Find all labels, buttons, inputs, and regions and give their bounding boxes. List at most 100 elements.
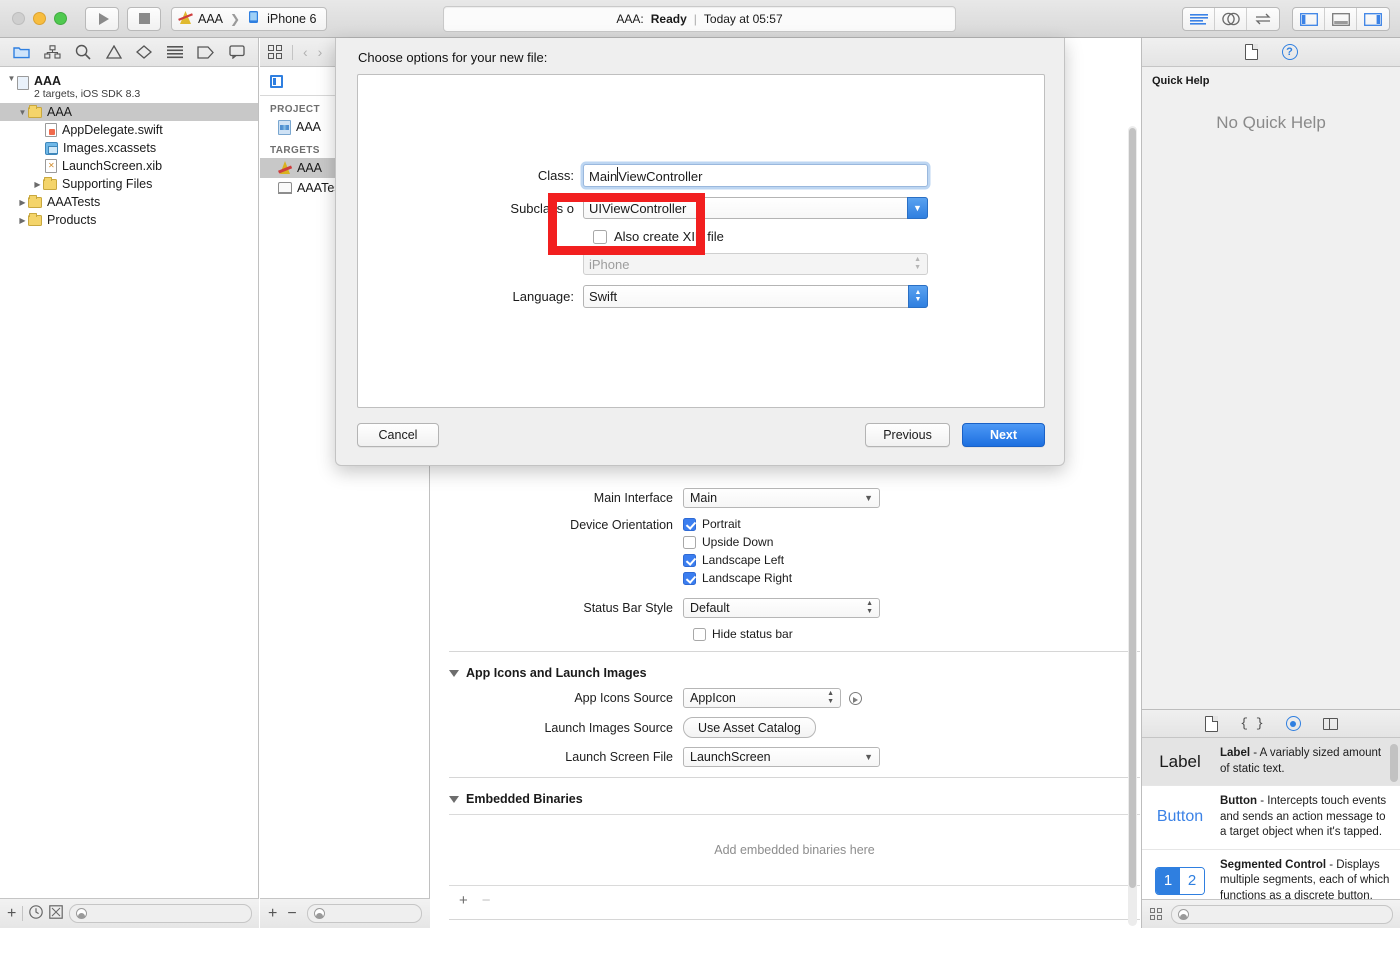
subclass-combo-box[interactable]: UIViewController ▼ [583, 197, 928, 219]
file-template-library-icon[interactable] [1205, 715, 1219, 732]
embedded-binaries-dropzone[interactable]: Add embedded binaries here [449, 814, 1140, 886]
editor-mode-segmented[interactable] [1182, 7, 1280, 31]
cancel-button[interactable]: Cancel [357, 423, 439, 447]
media-library-icon[interactable] [1322, 717, 1338, 730]
file-inspector-icon[interactable] [1244, 44, 1258, 60]
scrollbar-thumb[interactable] [1390, 744, 1398, 782]
add-file-button[interactable]: + [7, 905, 16, 922]
stop-button[interactable] [127, 6, 161, 31]
back-button[interactable]: ‹ [303, 44, 308, 60]
view-toggles-segmented[interactable] [1292, 7, 1390, 31]
status-bar-style-popup[interactable]: Default ▲ ▼ [683, 598, 880, 618]
main-interface-popup[interactable]: Main ▼ [683, 488, 880, 508]
library-scrollbar[interactable] [1390, 744, 1398, 894]
disclosure-triangle-icon[interactable]: ▶ [17, 198, 28, 207]
target-filter-field[interactable] [306, 904, 422, 923]
folder-icon[interactable] [10, 42, 32, 62]
checkbox-icon[interactable] [693, 627, 706, 641]
scheme-selector[interactable]: AAA ❯ iPhone 6 [171, 6, 328, 31]
library-panel: { } Label Label - A variably sized amoun… [1142, 709, 1400, 928]
minimize-window-button[interactable] [33, 12, 46, 25]
checkbox-icon[interactable] [683, 517, 696, 531]
orientation-portrait[interactable]: Portrait [683, 517, 792, 531]
breakpoint-icon[interactable] [133, 42, 155, 62]
toggle-utilities-button[interactable] [1357, 8, 1389, 30]
embedded-binaries-section-header[interactable]: Embedded Binaries [449, 792, 1140, 806]
close-window-button[interactable] [12, 12, 25, 25]
library-filter-field[interactable] [1171, 904, 1393, 924]
zoom-window-button[interactable] [54, 12, 67, 25]
disclosure-triangle-icon[interactable]: ▼ [17, 108, 28, 117]
disclosure-triangle-icon[interactable] [449, 669, 459, 677]
next-button[interactable]: Next [962, 423, 1045, 447]
library-item-segmented-control[interactable]: 12 Segmented Control - Displays multiple… [1142, 850, 1400, 899]
checkbox-icon[interactable] [593, 229, 607, 244]
navigator-item-aaa-group[interactable]: ▼ AAA [0, 103, 258, 121]
object-library-icon[interactable] [1285, 716, 1301, 731]
also-create-xib-row[interactable]: Also create XIB file [593, 229, 1046, 244]
checkbox-icon[interactable] [683, 553, 696, 567]
orientation-upside-down[interactable]: Upside Down [683, 535, 792, 549]
show-project-list-icon[interactable] [268, 45, 282, 59]
library-tab-bar[interactable]: { } [1142, 710, 1400, 738]
chevron-down-icon[interactable]: ▼ [907, 197, 928, 219]
toggle-navigator-button[interactable] [1293, 8, 1325, 30]
orientation-landscape-left[interactable]: Landscape Left [683, 553, 792, 567]
project-root-row[interactable]: ▼ AAA 2 targets, iOS SDK 8.3 [0, 73, 258, 103]
checkbox-icon[interactable] [683, 571, 696, 585]
language-popup[interactable]: Swift ▲ ▼ [583, 285, 928, 308]
app-icons-section-header[interactable]: App Icons and Launch Images [449, 666, 1140, 680]
navigator-item-products[interactable]: ▶ Products [0, 211, 258, 229]
add-embedded-binary-button[interactable]: + [459, 892, 468, 909]
disclosure-triangle-icon[interactable]: ▶ [32, 180, 43, 189]
class-name-input[interactable]: MainViewController [583, 164, 928, 187]
library-item-label[interactable]: Label Label - A variably sized amount of… [1142, 738, 1400, 787]
navigator-item-launchscreen[interactable]: LaunchScreen.xib [0, 157, 258, 175]
disclosure-triangle-icon[interactable]: ▼ [6, 74, 17, 83]
app-icons-source-popup[interactable]: AppIcon ▲ ▼ [683, 688, 841, 708]
forward-button[interactable]: › [318, 44, 323, 60]
report-icon[interactable] [164, 42, 186, 62]
tag-icon[interactable] [195, 42, 217, 62]
navigator-item-aaatests[interactable]: ▶ AAATests [0, 193, 258, 211]
library-item-button[interactable]: Button Button - Intercepts touch events … [1142, 786, 1400, 850]
recent-files-filter-icon[interactable] [29, 905, 44, 922]
app-icons-source-value: AppIcon [690, 691, 736, 705]
toggle-debug-area-button[interactable] [1325, 8, 1357, 30]
warning-icon[interactable] [103, 42, 125, 62]
checkbox-icon[interactable] [683, 535, 696, 549]
editor-scrollbar[interactable] [1128, 126, 1137, 926]
inspector-tab-bar[interactable]: ? [1142, 38, 1400, 67]
navigator-item-supporting-files[interactable]: ▶ Supporting Files [0, 175, 258, 193]
remove-target-button[interactable]: − [287, 905, 296, 922]
go-to-asset-catalog-icon[interactable] [849, 691, 862, 705]
navigator-filter-field[interactable] [69, 904, 252, 923]
standard-editor-button[interactable] [1183, 8, 1215, 30]
version-editor-button[interactable] [1247, 8, 1279, 30]
disclosure-triangle-icon[interactable] [449, 795, 459, 803]
assistant-editor-button[interactable] [1215, 8, 1247, 30]
code-snippet-library-icon[interactable]: { } [1240, 716, 1263, 731]
library-view-toggle-icon[interactable] [1150, 907, 1163, 921]
use-asset-catalog-button[interactable]: Use Asset Catalog [683, 717, 816, 738]
navigator-tab-bar[interactable] [0, 38, 258, 67]
updown-chevron-icon[interactable]: ▲ ▼ [908, 285, 928, 308]
disclosure-triangle-icon[interactable]: ▶ [17, 216, 28, 225]
scrollbar-thumb[interactable] [1129, 128, 1136, 888]
search-icon[interactable] [72, 42, 94, 62]
add-target-button[interactable]: + [268, 905, 277, 922]
source-control-filter-icon[interactable] [49, 905, 64, 922]
navigator-item-xcassets[interactable]: Images.xcassets [0, 139, 258, 157]
launch-screen-file-popup[interactable]: LaunchScreen ▼ [683, 747, 880, 767]
run-button[interactable] [85, 6, 119, 31]
status-bar-style-label: Status Bar Style [583, 601, 673, 615]
hide-status-bar-row[interactable]: Hide status bar [693, 627, 1140, 641]
comment-icon[interactable] [226, 42, 248, 62]
object-library-list[interactable]: Label Label - A variably sized amount of… [1142, 738, 1400, 900]
navigator-item-appdelegate[interactable]: AppDelegate.swift [0, 121, 258, 139]
previous-button[interactable]: Previous [865, 423, 950, 447]
quick-help-icon[interactable]: ? [1281, 44, 1298, 60]
hierarchy-icon[interactable] [41, 42, 63, 62]
navigator-item-label: AAATests [47, 195, 101, 209]
orientation-landscape-right[interactable]: Landscape Right [683, 571, 792, 585]
